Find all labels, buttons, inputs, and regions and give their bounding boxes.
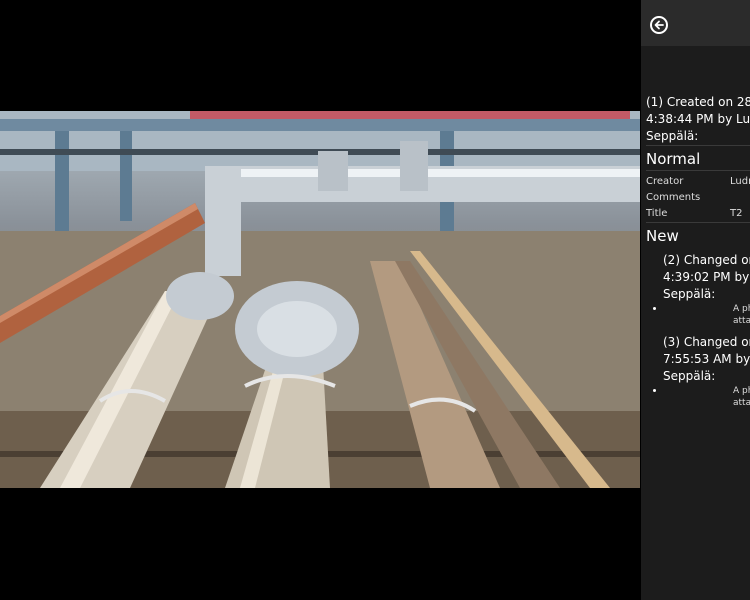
history-list: (1) Created on 28-J 4:38:44 PM by Lud Se…	[646, 94, 750, 411]
history-panel: (1) Created on 28-J 4:38:44 PM by Lud Se…	[641, 0, 750, 600]
field-row-creator: Creator Ludr	[646, 174, 750, 190]
entry-heading-line: Seppälä:	[663, 287, 716, 301]
entry-heading-line: 7:55:53 AM by L	[663, 352, 750, 366]
photo-viewer	[0, 0, 640, 600]
back-arrow-icon[interactable]	[650, 16, 668, 34]
entry-heading-line: (2) Changed on	[663, 253, 750, 267]
field-row-title: Title T2	[646, 206, 750, 222]
bullet-icon	[653, 389, 656, 392]
detail-line: A ph	[733, 304, 750, 314]
panel-header	[641, 0, 750, 46]
field-key: Creator	[646, 176, 684, 187]
entry-heading-line: Seppälä:	[663, 369, 716, 383]
change-detail-text: A ph atta	[733, 303, 750, 327]
entry-heading-line: 4:38:44 PM by Lud	[646, 112, 750, 126]
change-detail: A ph atta	[653, 385, 750, 411]
detail-line: A ph	[733, 386, 750, 396]
history-entry-created: (1) Created on 28-J 4:38:44 PM by Lud Se…	[646, 94, 750, 145]
change-detail-text: A ph atta	[733, 385, 750, 409]
field-key: Title	[646, 208, 668, 219]
status-label-new: New	[646, 227, 679, 245]
history-entry-change-2: (2) Changed on 4:39:02 PM by L Seppälä: …	[646, 252, 750, 329]
entry-heading-line: (1) Created on 28-J	[646, 95, 750, 109]
field-value: T2	[730, 208, 743, 219]
entry-heading: (3) Changed on 7:55:53 AM by L Seppälä:	[663, 334, 750, 385]
status-label-normal: Normal	[646, 150, 701, 168]
history-entry-change-3: (3) Changed on 7:55:53 AM by L Seppälä: …	[646, 334, 750, 411]
entry-heading-line: 4:39:02 PM by L	[663, 270, 750, 284]
pipeline-photo-drawing	[0, 111, 640, 488]
field-key: Comments	[646, 192, 701, 203]
entry-heading: (2) Changed on 4:39:02 PM by L Seppälä:	[663, 252, 750, 303]
detail-line: atta	[733, 316, 750, 326]
pipeline-photo	[0, 111, 640, 488]
entry-heading-line: Seppälä:	[646, 129, 699, 143]
bullet-icon	[653, 307, 656, 310]
field-row-comments: Comments	[646, 190, 750, 206]
entry-heading-line: (3) Changed on	[663, 335, 750, 349]
detail-line: atta	[733, 398, 750, 408]
field-value: Ludr	[730, 176, 750, 187]
field-list: Creator Ludr Comments Title T2	[646, 171, 750, 222]
change-detail: A ph atta	[653, 303, 750, 329]
